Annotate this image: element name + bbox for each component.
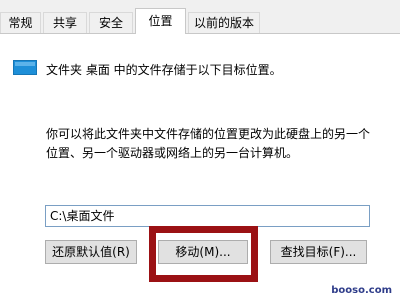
restore-default-button[interactable]: 还原默认值(R) (45, 240, 137, 264)
tab-general[interactable]: 常规 (0, 12, 41, 33)
find-target-button[interactable]: 查找目标(F)... (270, 240, 367, 264)
location-description: 文件夹 桌面 中的文件存储于以下目标位置。 (46, 63, 282, 77)
watermark: booso.com (331, 285, 392, 296)
move-explanation-line1: 你可以将此文件夹中文件存储的位置更改为此硬盘上的另一个 (46, 127, 371, 141)
tab-previous-versions[interactable]: 以前的版本 (188, 12, 260, 33)
move-button[interactable]: 移动(M)... (158, 240, 248, 264)
folder-icon (13, 60, 37, 75)
tab-strip: 常规 共享 安全 位置 以前的版本 (0, 0, 400, 34)
tab-location[interactable]: 位置 (135, 8, 186, 34)
location-path-field[interactable]: C:\桌面文件 (45, 205, 370, 227)
move-explanation-line2: 位置、另一个驱动器或网络上的另一台计算机。 (46, 146, 299, 160)
tab-sharing[interactable]: 共享 (43, 12, 87, 33)
tab-security[interactable]: 安全 (89, 12, 133, 33)
